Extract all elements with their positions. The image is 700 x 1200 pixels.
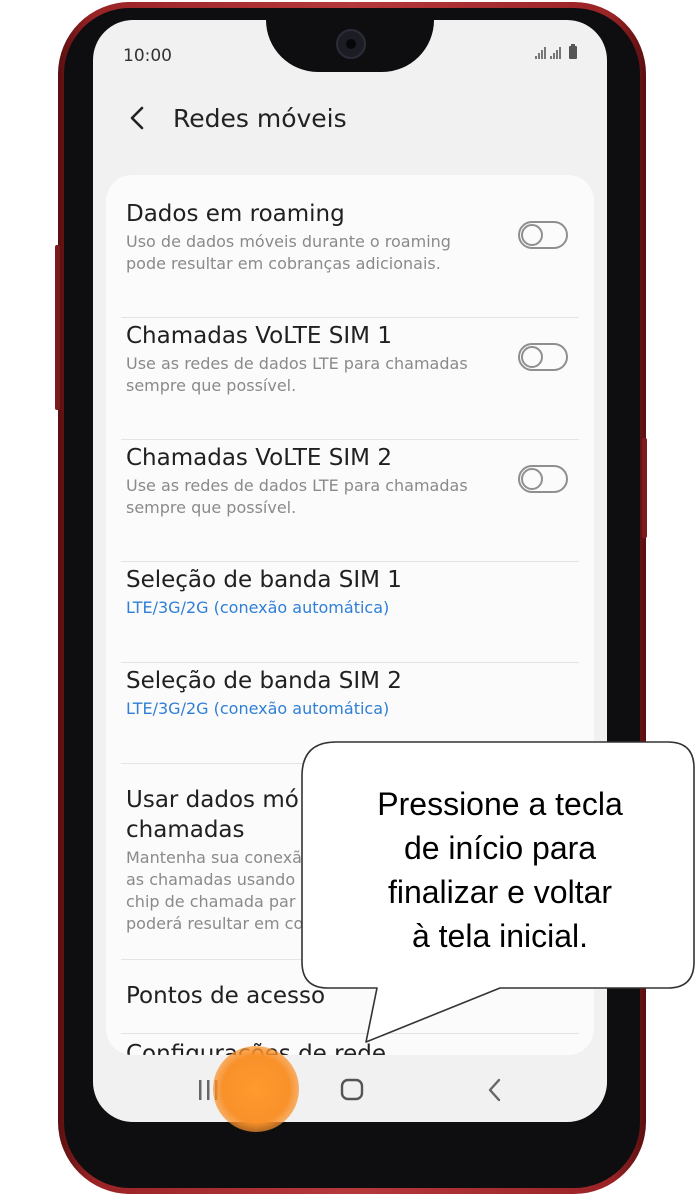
speech-bubble xyxy=(301,741,695,1043)
callout-line: finalizar e voltar xyxy=(387,874,613,910)
callout-line: à tela inicial. xyxy=(411,918,589,954)
callout-line: Pressione a tecla xyxy=(377,786,623,822)
callout-line: de início para xyxy=(403,830,597,866)
callout-text: Pressione a tecla de início para finaliz… xyxy=(340,782,660,958)
